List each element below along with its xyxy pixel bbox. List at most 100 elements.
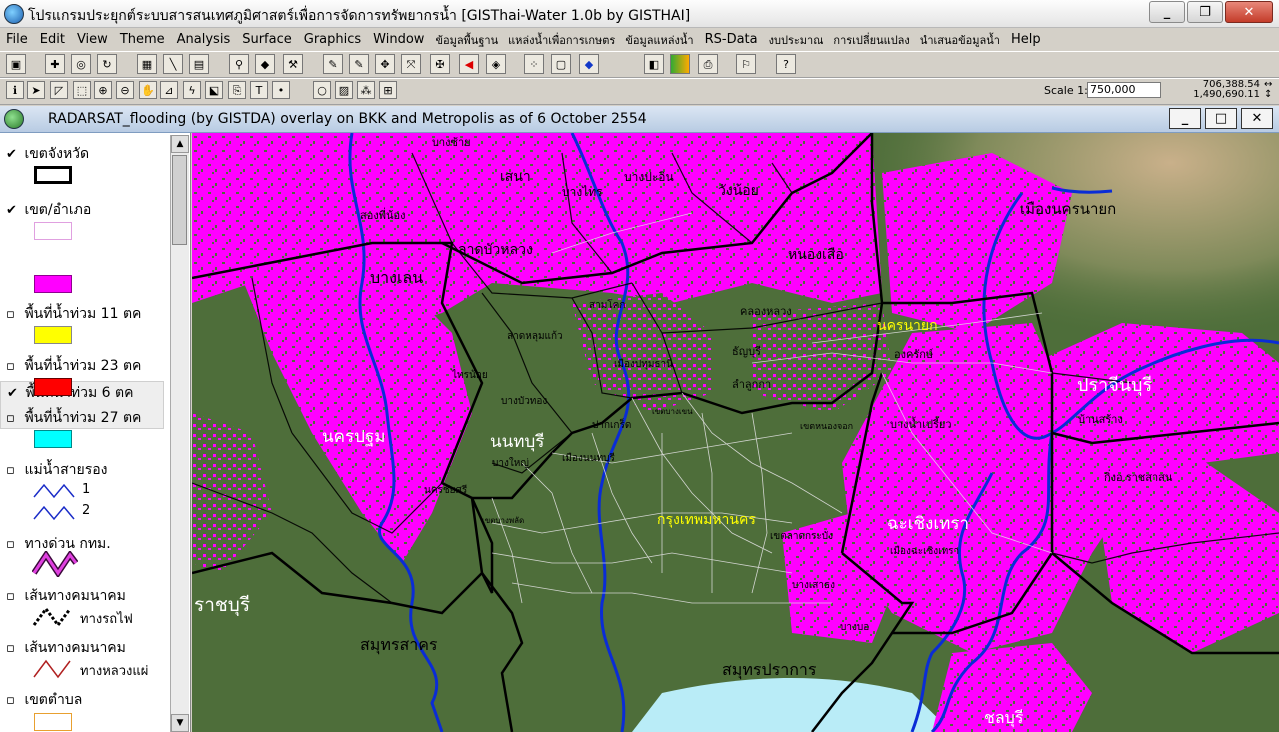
railway-symbol <box>32 606 72 628</box>
map-svg[interactable]: นครปฐม นนทบุรี กรุงเทพมหานคร ฉะเชิงเทรา … <box>192 133 1279 732</box>
frame-icon[interactable]: ▢ <box>551 54 571 74</box>
map-canvas[interactable]: นครปฐม นนทบุรี กรุงเทพมหานคร ฉะเชิงเทรา … <box>192 133 1279 732</box>
checkbox-empty-icon[interactable]: ▫ <box>6 537 20 552</box>
circle-icon[interactable]: ○ <box>313 81 331 99</box>
hotlink-icon[interactable]: ϟ <box>183 81 201 99</box>
diamond-icon[interactable]: ◆ <box>579 54 599 74</box>
theme-properties-icon[interactable]: ◎ <box>71 54 91 74</box>
select-all-icon[interactable]: ✥ <box>375 54 395 74</box>
refresh-icon[interactable]: ↻ <box>97 54 117 74</box>
menu-graphics[interactable]: Graphics <box>298 32 367 47</box>
menu-theme[interactable]: Theme <box>114 32 171 47</box>
menu-agri-water[interactable]: แหล่งน้ำเพื่อการเกษตร <box>503 31 620 49</box>
scale-label: Scale 1: <box>1044 84 1088 97</box>
toc-layer-flood-23oct[interactable]: ▫ พื้นที่น้ำท่วม 23 ตค <box>6 355 141 377</box>
zoom-extent-icon[interactable]: ✠ <box>430 54 450 74</box>
query-icon[interactable]: ✎ <box>323 54 343 74</box>
layer-label: เขตตำบล <box>24 692 83 708</box>
close-button[interactable]: ✕ <box>1225 1 1273 23</box>
layout-icon[interactable]: ⚐ <box>736 54 756 74</box>
checkbox-empty-icon[interactable]: ▫ <box>6 463 20 478</box>
checkbox-empty-icon[interactable]: ▫ <box>6 693 20 708</box>
pointer-icon[interactable]: ➤ <box>27 81 45 99</box>
edit-legend-icon[interactable]: ╲ <box>163 54 183 74</box>
minimize-button[interactable]: _ <box>1149 1 1185 23</box>
scroll-down-icon[interactable]: ▼ <box>171 714 189 732</box>
checkbox-checked-icon[interactable]: ✔ <box>6 147 20 162</box>
menu-view[interactable]: View <box>71 32 114 47</box>
toc-layer-transport-highway[interactable]: ▫ เส้นทางคมนาคม <box>6 637 126 659</box>
toc-layer-transport-rail[interactable]: ▫ เส้นทางคมนาคม <box>6 585 126 607</box>
toc-layer-rivers[interactable]: ▫ แม่น้ำสายรอง <box>6 459 108 481</box>
next-extent-icon[interactable]: ◈ <box>486 54 506 74</box>
menu-file[interactable]: File <box>0 32 34 47</box>
image-icon[interactable]: ▨ <box>335 81 353 99</box>
restore-button[interactable]: ❐ <box>1187 1 1223 23</box>
view-close-button[interactable]: ✕ <box>1241 108 1273 129</box>
scroll-thumb[interactable] <box>172 155 187 245</box>
select-feature-icon[interactable]: ⬚ <box>73 81 91 99</box>
layer-label: พื้นที่น้ำท่วม 27 ตค <box>24 410 142 426</box>
toc-layer-flood-27oct[interactable]: ▫ พื้นที่น้ำท่วม 27 ตค <box>6 407 141 429</box>
toc-scrollbar[interactable]: ▲ ▼ <box>170 135 189 732</box>
point-icon[interactable]: • <box>272 81 290 99</box>
menu-change[interactable]: การเปลี่ยนแปลง <box>828 31 914 49</box>
checkbox-empty-icon[interactable]: ▫ <box>6 641 20 656</box>
table-icon[interactable]: ▦ <box>137 54 157 74</box>
toc-layer-subdistricts[interactable]: ▫ เขตตำบล <box>6 689 82 711</box>
view-maximize-button[interactable]: □ <box>1205 108 1237 129</box>
info-icon[interactable]: ℹ <box>6 81 24 99</box>
district-label: บางเสาธง <box>792 580 835 591</box>
calculator-icon[interactable]: ▤ <box>189 54 209 74</box>
save-icon[interactable]: ▣ <box>6 54 26 74</box>
print-icon[interactable]: ⎙ <box>698 54 718 74</box>
menu-budget[interactable]: งบประมาณ <box>764 31 829 49</box>
checkbox-empty-icon[interactable]: ▫ <box>6 359 20 374</box>
layer-label: เขตจังหวัด <box>24 146 90 162</box>
locate-icon[interactable]: ◆ <box>255 54 275 74</box>
checkbox-empty-icon[interactable]: ▫ <box>6 589 20 604</box>
snap-icon[interactable]: ⊞ <box>379 81 397 99</box>
menu-base-data[interactable]: ข้อมูลพื้นฐาน <box>430 31 503 49</box>
checkbox-empty-icon[interactable]: ▫ <box>6 307 20 322</box>
grid-select-icon[interactable]: ⁘ <box>524 54 544 74</box>
text-icon[interactable]: T <box>250 81 268 99</box>
zoom-in-icon[interactable]: ⊕ <box>94 81 112 99</box>
toc-layer-provinces[interactable]: ✔ เขตจังหวัด <box>6 143 89 165</box>
scroll-up-icon[interactable]: ▲ <box>171 135 189 153</box>
menu-help[interactable]: Help <box>1005 32 1047 47</box>
menu-analysis[interactable]: Analysis <box>171 32 237 47</box>
menu-water-sources[interactable]: ข้อมูลแหล่งน้ำ <box>620 31 698 49</box>
help-pointer-icon[interactable]: ? <box>776 54 796 74</box>
zoom-full-icon[interactable]: ⤧ <box>401 54 421 74</box>
add-theme-icon[interactable]: ✚ <box>45 54 65 74</box>
menu-rs-data[interactable]: RS-Data <box>699 32 764 47</box>
menu-present-water[interactable]: นำเสนอข้อมูลน้ำ <box>915 31 1005 49</box>
district-label: บางบอ <box>840 622 869 633</box>
color-ramp-icon[interactable] <box>670 54 690 74</box>
checkbox-checked-icon[interactable]: ✔ <box>6 203 20 218</box>
scale-input[interactable]: 750,000 <box>1087 82 1161 98</box>
window-title: โปรแกรมประยุกต์ระบบสารสนเทศภูมิศาสตร์เพื… <box>28 8 691 24</box>
area-of-interest-icon[interactable]: ⬕ <box>205 81 223 99</box>
measure-icon[interactable]: ⊿ <box>160 81 178 99</box>
toc-layer-flood-11oct[interactable]: ▫ พื้นที่น้ำท่วม 11 ตค <box>6 303 141 325</box>
symbol-palette-icon[interactable]: ⁂ <box>357 81 375 99</box>
previous-extent-icon[interactable]: ◀ <box>459 54 479 74</box>
checkbox-empty-icon[interactable]: ▫ <box>6 411 20 426</box>
hammer-icon[interactable]: ⚒ <box>283 54 303 74</box>
toc-layer-districts[interactable]: ✔ เขต/อำเภอ <box>6 199 91 221</box>
pan-icon[interactable]: ✋ <box>139 81 157 99</box>
vertex-edit-icon[interactable]: ◸ <box>50 81 68 99</box>
zoom-out-icon[interactable]: ⊖ <box>116 81 134 99</box>
checkbox-checked-icon[interactable]: ✔ <box>7 386 21 401</box>
layers-icon[interactable]: ◧ <box>644 54 664 74</box>
label-icon[interactable]: ⎘ <box>228 81 246 99</box>
query2-icon[interactable]: ✎ <box>349 54 369 74</box>
view-minimize-button[interactable]: _ <box>1169 108 1201 129</box>
menu-window[interactable]: Window <box>367 32 430 47</box>
province-label: ราชบุรี <box>194 594 250 617</box>
find-icon[interactable]: ⚲ <box>229 54 249 74</box>
menu-edit[interactable]: Edit <box>34 32 71 47</box>
menu-surface[interactable]: Surface <box>236 32 298 47</box>
